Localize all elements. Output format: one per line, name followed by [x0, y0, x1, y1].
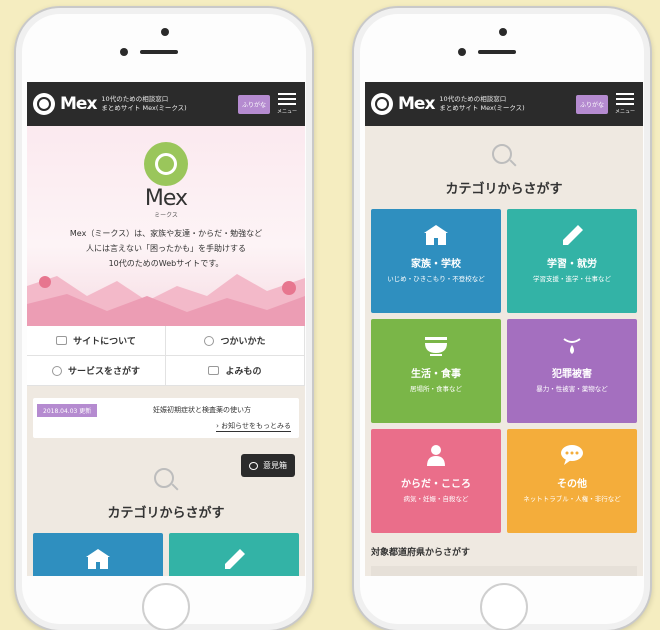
pencil-icon — [225, 549, 245, 569]
category-sub: 病気・妊娠・自殺など — [403, 495, 469, 503]
school-icon — [424, 225, 448, 245]
hero-line2: 人には言えない「困ったかも」を手助けする — [86, 244, 246, 253]
menu-label: メニュー — [614, 109, 635, 115]
sensor-dot — [120, 48, 128, 56]
pink-hills-illustration — [27, 274, 305, 326]
news-title-link[interactable]: 妊娠初期症状と検査薬の使い方 — [153, 405, 251, 415]
menu-label: メニュー — [276, 109, 297, 115]
hero-line1: Mex（ミークス）は、家族や友達・からだ・勉強など — [69, 229, 263, 238]
category-section: カテゴリからさがす 家族・学校 いじめ・ひきこもり・不登校など 学習・就労 学習… — [365, 126, 643, 576]
book-icon — [208, 366, 220, 375]
category-family-school[interactable] — [33, 533, 163, 576]
hamburger-icon — [616, 93, 634, 95]
camera-icon — [161, 28, 169, 36]
hero-kana: ミークス — [154, 212, 178, 219]
category-grid-left — [27, 533, 305, 576]
category-study-work[interactable] — [169, 533, 299, 576]
screen-left: Mex 10代のための相談窓口 まとめサイト Mex(ミークス) ふりがな メニ… — [27, 82, 305, 576]
tagline-line2: まとめサイト Mex(ミークス) — [439, 104, 525, 112]
tagline: 10代のための相談窓口 まとめサイト Mex(ミークス) — [439, 95, 571, 113]
person-icon — [427, 445, 445, 466]
category-name: 学習・就労 — [547, 259, 597, 270]
menu-button[interactable]: メニュー — [613, 93, 637, 115]
hero-logo-icon — [144, 142, 188, 186]
category-study-work[interactable]: 学習・就労 学習支援・進学・仕事など — [507, 209, 637, 313]
nav-howto[interactable]: つかいかた — [166, 326, 305, 356]
prefecture-title: 対象都道府県からさがす — [371, 548, 471, 558]
category-title: カテゴリからさがす — [445, 182, 563, 197]
category-sub: 学習支援・進学・仕事など — [533, 275, 611, 283]
tear-icon — [563, 338, 581, 354]
nav-reading[interactable]: よみもの — [166, 356, 305, 386]
hero: Mex ミークス Mex（ミークス）は、家族や友達・からだ・勉強など 人には言え… — [27, 126, 305, 326]
search-icon — [490, 142, 518, 170]
phone-frame-right: Mex 10代のための相談窓口 まとめサイト Mex(ミークス) ふりがな メニ… — [352, 6, 652, 630]
category-crime-victim[interactable]: 犯罪被害 暴力・性被害・薬物など — [507, 319, 637, 423]
hero-description: Mex（ミークス）は、家族や友達・からだ・勉強など 人には言えない「困ったかも」… — [27, 226, 305, 271]
bowl-icon — [425, 337, 447, 356]
logo-text[interactable]: Mex — [60, 94, 97, 114]
speaker-grille — [478, 50, 516, 54]
screen-right: Mex 10代のための相談窓口 まとめサイト Mex(ミークス) ふりがな メニ… — [365, 82, 643, 576]
tagline-line1: 10代のための相談窓口 — [439, 95, 507, 103]
mex-logo-icon[interactable] — [33, 93, 55, 115]
menu-button[interactable]: メニュー — [275, 93, 299, 115]
tagline: 10代のための相談窓口 まとめサイト Mex(ミークス) — [101, 95, 233, 113]
nav-search-service[interactable]: サービスをさがす — [27, 356, 166, 386]
home-button[interactable] — [142, 583, 190, 630]
category-name: その他 — [557, 479, 587, 490]
site-nav: サイトについて つかいかた サービスをさがす よみもの — [27, 326, 305, 386]
news-more-link[interactable]: › お知らせをもっとみる — [216, 421, 291, 432]
news-date-badge: 2018.04.03 更新 — [37, 404, 98, 417]
home-button[interactable] — [480, 583, 528, 630]
site-header: Mex 10代のための相談窓口 まとめサイト Mex(ミークス) ふりがな メニ… — [365, 82, 643, 126]
nav-about[interactable]: サイトについて — [27, 326, 166, 356]
category-section-left: カテゴリからさがす — [27, 466, 305, 576]
category-other[interactable]: その他 ネットトラブル・人権・非行など — [507, 429, 637, 533]
category-name: 生活・食事 — [411, 369, 461, 380]
nav-howto-label: つかいかた — [220, 337, 266, 347]
logo-text[interactable]: Mex — [398, 94, 435, 114]
mex-logo-icon[interactable] — [371, 93, 393, 115]
category-sub: 暴力・性被害・薬物など — [536, 385, 608, 393]
question-icon — [204, 335, 215, 346]
japan-map[interactable] — [371, 566, 637, 576]
nav-reading-label: よみもの — [225, 367, 262, 377]
tagline-line1: 10代のための相談窓口 — [101, 95, 169, 103]
monitor-icon — [56, 336, 68, 345]
camera-icon — [499, 28, 507, 36]
category-sub: いじめ・ひきこもり・不登校など — [387, 275, 485, 283]
nav-about-label: サイトについて — [73, 337, 136, 347]
furigana-button[interactable]: ふりがな — [575, 94, 608, 114]
tagline-line2: まとめサイト Mex(ミークス) — [101, 104, 187, 112]
category-sub: 居場所・食事など — [410, 385, 462, 393]
hero-name: Mex — [144, 186, 188, 211]
speaker-grille — [140, 50, 178, 54]
search-icon — [51, 365, 62, 376]
news-box: 2018.04.03 更新 妊娠初期症状と検査薬の使い方 › お知らせをもっとみ… — [33, 398, 299, 438]
category-name: からだ・こころ — [401, 479, 471, 490]
furigana-button[interactable]: ふりがな — [237, 94, 270, 114]
nav-search-label: サービスをさがす — [67, 367, 140, 377]
phone-frame-left: Mex 10代のための相談窓口 まとめサイト Mex(ミークス) ふりがな メニ… — [14, 6, 314, 630]
school-icon — [86, 549, 110, 569]
category-title: カテゴリからさがす — [107, 506, 225, 521]
category-name: 家族・学校 — [411, 259, 461, 270]
category-sub: ネットトラブル・人権・非行など — [523, 495, 621, 503]
pencil-icon — [563, 225, 583, 245]
category-life-meals[interactable]: 生活・食事 居場所・食事など — [371, 319, 501, 423]
category-family-school[interactable]: 家族・学校 いじめ・ひきこもり・不登校など — [371, 209, 501, 313]
search-icon — [152, 466, 180, 494]
category-grid: 家族・学校 いじめ・ひきこもり・不登校など 学習・就労 学習支援・進学・仕事など… — [365, 209, 643, 533]
hamburger-icon — [278, 93, 296, 95]
category-name: 犯罪被害 — [552, 369, 592, 380]
site-header: Mex 10代のための相談窓口 まとめサイト Mex(ミークス) ふりがな メニ… — [27, 82, 305, 126]
chat-icon — [561, 445, 583, 465]
sensor-dot — [458, 48, 466, 56]
category-body-mind[interactable]: からだ・こころ 病気・妊娠・自殺など — [371, 429, 501, 533]
